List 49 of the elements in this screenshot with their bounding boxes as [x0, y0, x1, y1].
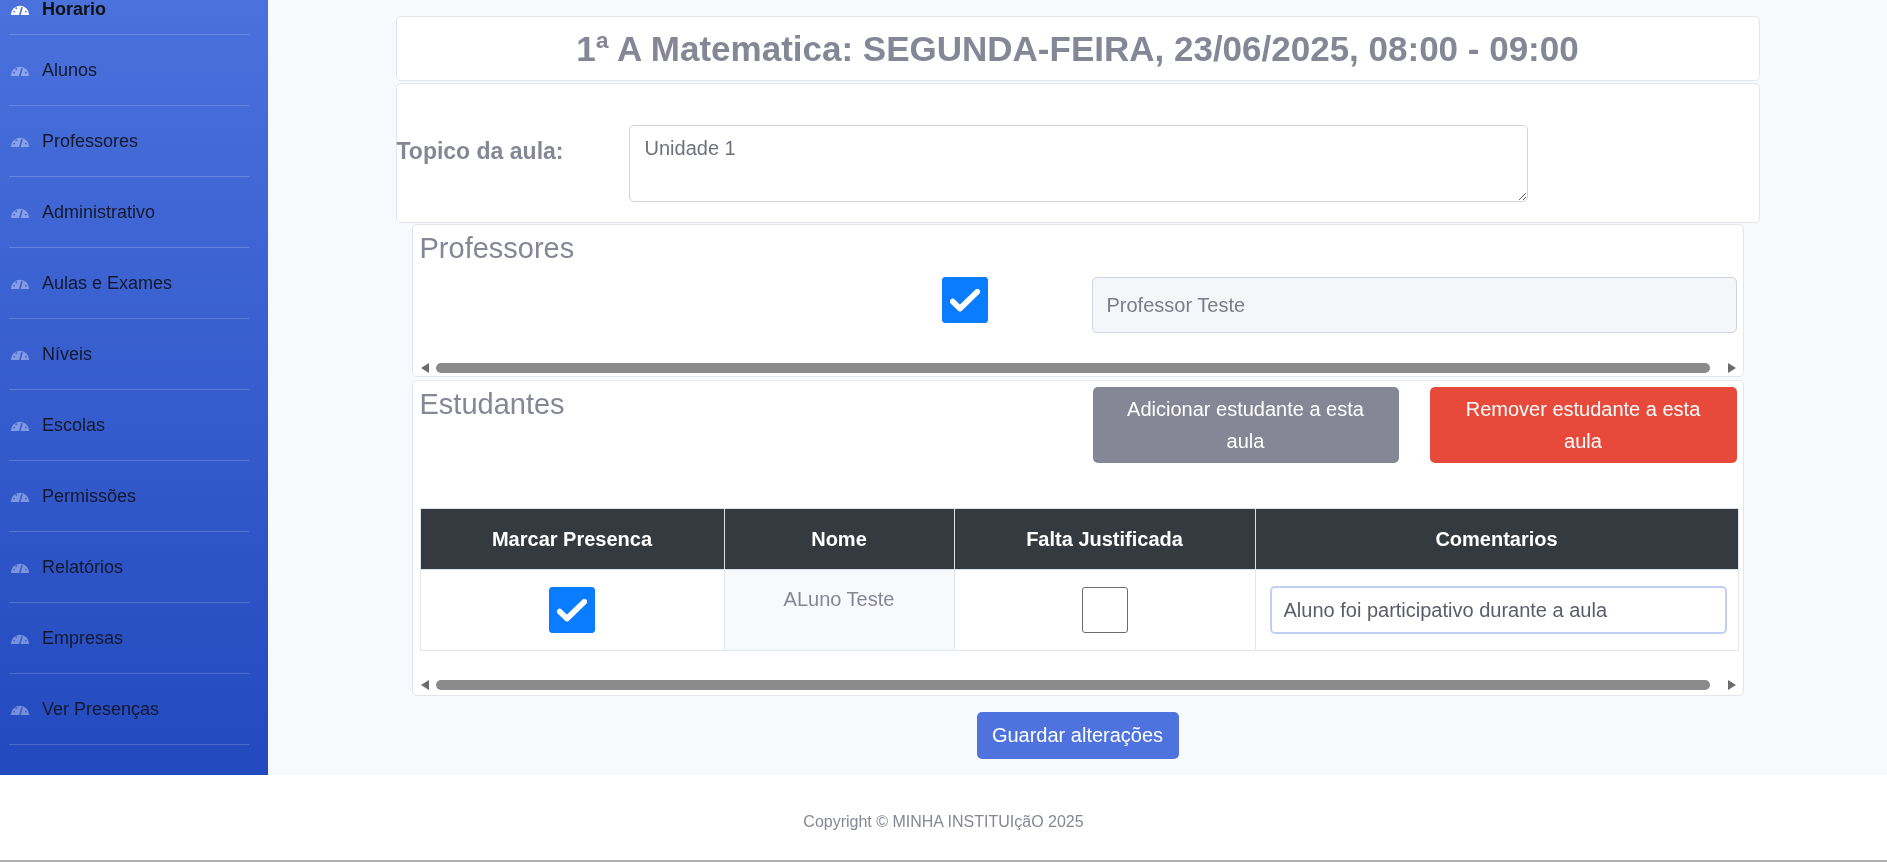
sidebar-item[interactable]: Relatórios	[9, 532, 249, 603]
section-title: Estudantes	[419, 387, 565, 422]
sidebar-item[interactable]: Aulas e Exames	[9, 248, 249, 319]
comment-field[interactable]: Aluno foi participativo durante a aula	[1269, 586, 1727, 634]
sidebar-item[interactable]: Empresas	[9, 603, 249, 674]
column-header: Marcar Presenca	[420, 508, 724, 570]
gauge-icon	[10, 64, 30, 76]
sidebar-item[interactable]: Professores	[9, 106, 249, 177]
sidebar-item[interactable]: Horario	[9, 0, 249, 35]
gauge-icon	[10, 206, 30, 218]
scrollbar-thumb[interactable]	[435, 680, 1710, 690]
teacher-name-field[interactable]: Professor Teste	[1091, 277, 1737, 333]
save-button[interactable]: Guardar alterações	[976, 712, 1179, 759]
gauge-icon	[10, 4, 30, 15]
gauge-icon	[10, 561, 30, 573]
gauge-icon	[10, 348, 30, 360]
sidebar-item[interactable]: Ver Presenças	[9, 674, 249, 745]
checkbox[interactable]	[549, 587, 595, 633]
action-button[interactable]: Adicionar estudante a esta aula	[1092, 387, 1399, 463]
sidebar-item[interactable]: Níveis	[9, 319, 249, 390]
sidebar-item[interactable]: Alunos	[9, 35, 249, 106]
gauge-icon	[10, 703, 30, 715]
gauge-icon	[10, 490, 30, 502]
section-title: Professores	[419, 231, 576, 266]
check-icon	[949, 288, 980, 312]
gauge-icon	[10, 632, 30, 644]
check-icon	[557, 598, 587, 622]
copyright-text: Copyright © MINHA INSTITUIçãO 2025	[803, 812, 1084, 831]
scrollbar-thumb[interactable]	[435, 363, 1710, 373]
column-header: Comentarios	[1255, 508, 1738, 570]
page-title: 1ª A Matematica: SEGUNDA-FEIRA, 23/06/2025, 08:00 - 09:00	[576, 27, 1579, 70]
field-label: Topico da aula:	[396, 138, 565, 165]
action-button[interactable]: Remover estudante a esta aula	[1429, 387, 1737, 463]
topic-field[interactable]: Unidade 1	[628, 125, 1528, 202]
scroll-left-icon[interactable]	[420, 680, 429, 690]
sidebar-item[interactable]: Escolas	[9, 390, 249, 461]
sidebar-item[interactable]: Permissões	[9, 461, 249, 532]
scroll-right-icon[interactable]	[1727, 680, 1736, 690]
column-header: Nome	[724, 508, 954, 570]
scroll-right-icon[interactable]	[1727, 363, 1736, 373]
checkbox[interactable]	[941, 277, 988, 323]
column-header: Falta Justificada	[954, 508, 1255, 570]
gauge-icon	[10, 277, 30, 289]
scroll-left-icon[interactable]	[420, 363, 429, 373]
gauge-icon	[10, 419, 30, 431]
checkbox[interactable]	[1081, 587, 1128, 633]
gauge-icon	[10, 135, 30, 147]
sidebar-item[interactable]: Administrativo	[9, 177, 249, 248]
table-cell: ALuno Teste	[724, 569, 954, 651]
